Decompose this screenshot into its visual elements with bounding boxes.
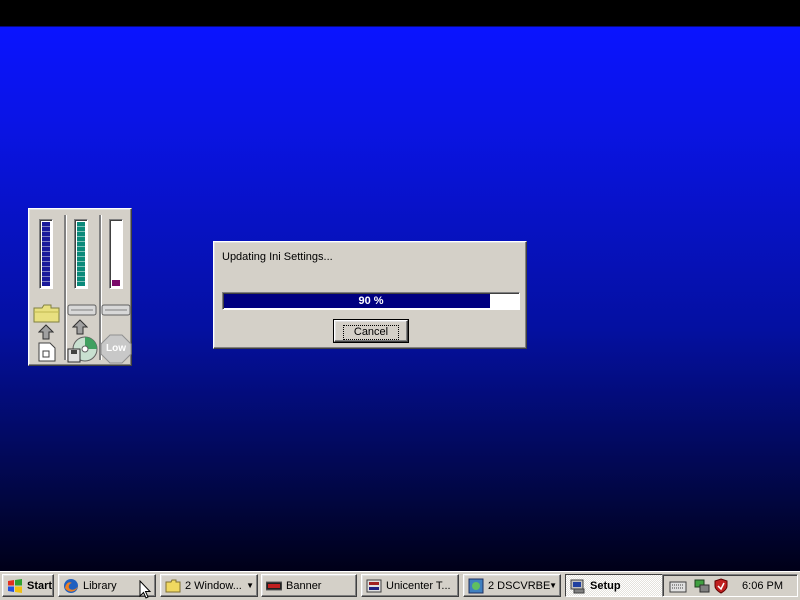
cd-disk-icon	[67, 336, 98, 363]
memory-meter	[109, 219, 123, 289]
start-label: Start	[27, 579, 53, 592]
shield-icon[interactable]	[713, 578, 729, 594]
document-icon	[38, 342, 56, 362]
low-label: Low	[106, 343, 126, 354]
taskbar-item-setup[interactable]: Setup	[565, 574, 663, 597]
drive-icon	[101, 304, 131, 316]
start-button[interactable]: Start	[2, 574, 54, 597]
taskbar-item-unicenter[interactable]: Unicenter T...	[361, 574, 459, 597]
dialog-message: Updating Ini Settings...	[222, 251, 333, 263]
folder-meter-fill	[42, 222, 50, 286]
folder-icon	[165, 579, 181, 592]
taskbar-item-label: Library	[83, 579, 117, 592]
setup-meters-panel: Low	[28, 208, 132, 366]
taskbar-item-windows-group[interactable]: 2 Window... ▼	[160, 574, 258, 597]
setup-icon	[570, 579, 585, 593]
disk-meter-fill	[77, 222, 85, 286]
keyboard-icon[interactable]	[669, 578, 687, 594]
system-tray: 6:06 PM	[662, 574, 798, 597]
taskbar: Start Library 2 Window... ▼ Banner Unice…	[0, 571, 800, 600]
folder-icon	[33, 304, 60, 323]
banner-icon	[266, 581, 282, 590]
clock[interactable]: 6:06 PM	[742, 580, 783, 592]
chevron-down-icon: ▼	[246, 581, 254, 590]
progress-dialog: Updating Ini Settings... 90 % Cancel	[213, 241, 527, 349]
mouse-cursor-icon	[139, 580, 152, 599]
windows-logo-icon	[8, 578, 22, 593]
arrow-up-icon	[38, 324, 54, 340]
disk-meter	[74, 219, 88, 289]
taskbar-item-dscvrbe[interactable]: 2 DSCVRBE ▼	[463, 574, 561, 597]
arrow-up-icon	[72, 319, 88, 335]
taskbar-item-label: Banner	[286, 579, 322, 592]
taskbar-item-label: Unicenter T...	[386, 579, 451, 592]
cancel-button[interactable]: Cancel	[333, 319, 409, 343]
folder-meter	[39, 219, 53, 289]
progress-bar: 90 %	[222, 292, 520, 310]
firefox-icon	[64, 578, 78, 593]
unicenter-icon	[366, 579, 382, 592]
chevron-down-icon: ▼	[549, 581, 557, 590]
memory-meter-fill	[112, 280, 120, 286]
dscvrbe-icon	[468, 578, 484, 593]
taskbar-item-banner[interactable]: Banner	[261, 574, 357, 597]
cancel-button-label: Cancel	[342, 325, 400, 340]
network-icon[interactable]	[693, 578, 711, 594]
taskbar-item-label: Setup	[590, 579, 621, 592]
drive-icon	[67, 304, 97, 316]
taskbar-item-label: 2 DSCVRBE	[488, 579, 551, 592]
taskbar-item-label: 2 Window...	[185, 579, 242, 592]
progress-percent: 90 %	[358, 295, 384, 307]
